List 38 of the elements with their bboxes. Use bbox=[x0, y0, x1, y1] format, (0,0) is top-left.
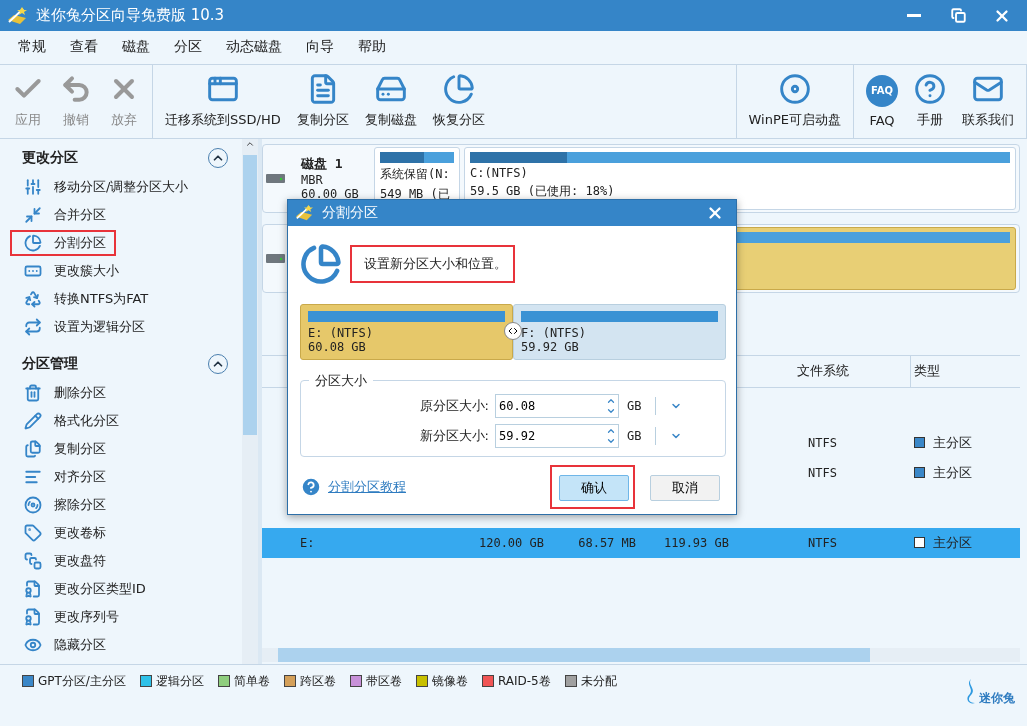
section-title: 更改分区 bbox=[22, 148, 78, 167]
disk-name: 磁盘 1 bbox=[301, 155, 344, 174]
instruction-text: 设置新分区大小和位置。 bbox=[350, 244, 515, 283]
legend-label: 逻辑分区 bbox=[155, 672, 204, 690]
partition-detail: 549 MB (已 bbox=[380, 185, 451, 203]
partition-label: F: (NTFS) bbox=[521, 325, 588, 340]
field-label: 新分区大小: bbox=[418, 426, 489, 445]
table-cell-text: 68.57 MB bbox=[578, 535, 637, 550]
legend-label: 未分配 bbox=[580, 672, 617, 690]
partition-label: E: (NTFS) bbox=[308, 325, 375, 340]
legend-label: 简单卷 bbox=[233, 672, 270, 690]
legend-label: GPT分区/主分区 bbox=[38, 672, 126, 690]
logo-text: 迷你兔 bbox=[979, 689, 1015, 707]
field-label: 原分区大小: bbox=[418, 396, 489, 415]
disk-scheme: MBR bbox=[301, 173, 324, 188]
section-title: 分区管理 bbox=[22, 354, 78, 373]
legend-label: 带区卷 bbox=[365, 672, 402, 690]
window-title: 迷你兔分区向导免费版 10.3 bbox=[36, 6, 226, 26]
disk-size: 60.00 GB bbox=[301, 187, 359, 202]
table-cell: NTFS bbox=[808, 535, 837, 550]
table-cell: 主分区 bbox=[933, 533, 972, 552]
legend-label: RAID-5卷 bbox=[497, 672, 551, 690]
table-cell: NTFS bbox=[808, 465, 837, 480]
faq-icon: FAQ bbox=[866, 74, 898, 107]
table-cell: 主分区 bbox=[933, 433, 972, 452]
table-cell: NTFS bbox=[808, 435, 837, 450]
legend-label: 跨区卷 bbox=[299, 672, 336, 690]
partition-size: 60.08 GB bbox=[308, 339, 367, 354]
partition-detail: 59.5 GB (已使用: 18%) bbox=[470, 182, 616, 200]
partition-size: 59.92 GB bbox=[521, 339, 580, 354]
table-cell: 主分区 bbox=[933, 463, 972, 482]
table-cell-text: 120.00 GB bbox=[478, 535, 545, 550]
partition-label: 系统保留(N: bbox=[380, 165, 451, 183]
legend-label: 镜像卷 bbox=[431, 672, 468, 690]
table-cell-text: 119.93 GB bbox=[663, 535, 730, 550]
partition-label: C:(NTFS) bbox=[470, 165, 529, 180]
table-cell-text: E: bbox=[299, 535, 315, 550]
group-title: 分区大小 bbox=[314, 371, 368, 390]
